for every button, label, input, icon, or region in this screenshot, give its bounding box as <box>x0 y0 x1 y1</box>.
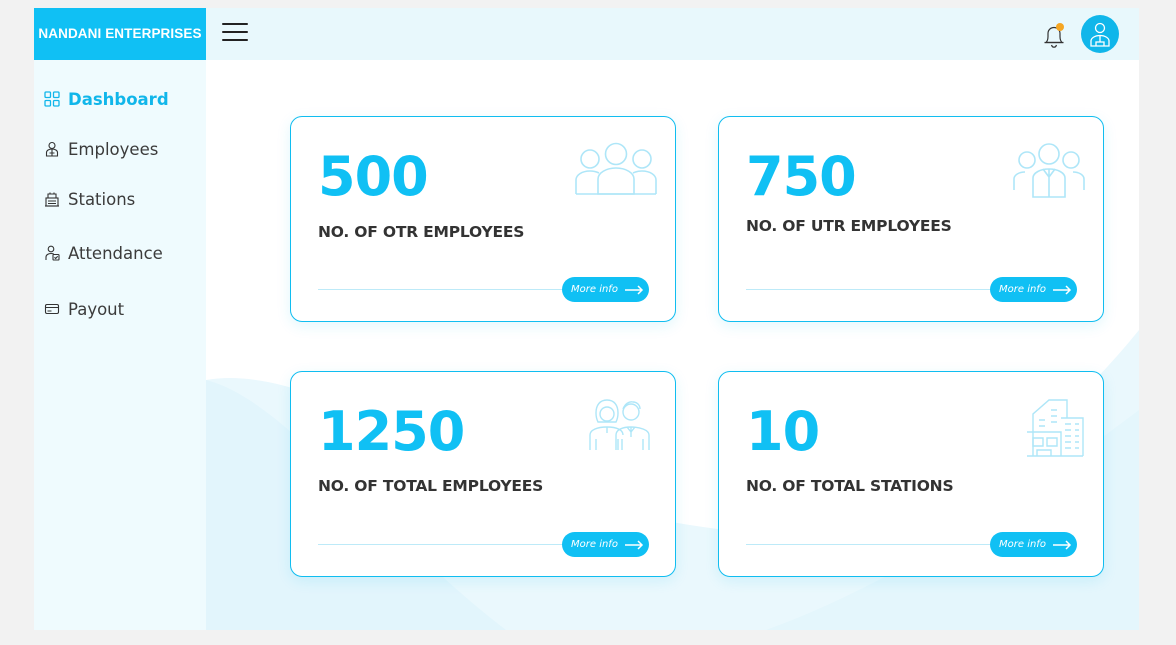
arrow-right-icon <box>1052 539 1072 550</box>
more-info-button[interactable]: More info <box>562 532 649 557</box>
more-info-label: More info <box>999 539 1046 550</box>
sidebar-item-employees[interactable]: Employees <box>44 137 158 161</box>
stat-value: 1250 <box>318 400 465 463</box>
arrow-right-icon <box>1052 284 1072 295</box>
hamburger-menu-icon[interactable] <box>222 21 250 45</box>
notification-badge <box>1056 23 1064 31</box>
sidebar-item-dashboard[interactable]: Dashboard <box>44 87 169 111</box>
payout-card-icon <box>44 301 60 317</box>
sidebar-item-label: Attendance <box>68 243 163 263</box>
divider <box>318 289 568 290</box>
sidebar-item-label: Employees <box>68 139 159 159</box>
sidebar-item-label: Stations <box>68 189 136 209</box>
stat-value: 10 <box>746 400 820 463</box>
stat-card-utr-employees: 750 NO. OF UTR EMPLOYEES More info <box>718 116 1104 322</box>
top-bar <box>206 8 1139 60</box>
divider <box>318 544 568 545</box>
stat-card-total-employees: 1250 NO. OF TOTAL EMPLOYEES More info <box>290 371 676 577</box>
stat-label: NO. OF TOTAL STATIONS <box>746 477 954 495</box>
stat-value: 750 <box>746 145 857 208</box>
stat-card-otr-employees: 500 NO. OF OTR EMPLOYEES More info <box>290 116 676 322</box>
sidebar-item-label: Dashboard <box>68 89 169 109</box>
more-info-label: More info <box>571 284 618 295</box>
stat-value: 500 <box>318 145 429 208</box>
two-people-icon <box>588 397 650 456</box>
sidebar: Dashboard Employees Stations Attendance … <box>34 60 206 630</box>
user-avatar-icon[interactable] <box>1081 15 1119 53</box>
more-info-label: More info <box>571 539 618 550</box>
dashboard-grid-icon <box>44 91 60 107</box>
station-icon <box>44 191 60 207</box>
building-icon <box>1025 398 1085 463</box>
more-info-button[interactable]: More info <box>562 277 649 302</box>
group-people-icon <box>574 142 658 201</box>
sidebar-item-attendance[interactable]: Attendance <box>44 241 163 265</box>
arrow-right-icon <box>624 539 644 550</box>
brand-logo[interactable]: NANDANI ENTERPRISES <box>34 8 206 60</box>
stat-card-total-stations: 10 NO. OF TOTAL STATIONS More info <box>718 371 1104 577</box>
stat-label: NO. OF OTR EMPLOYEES <box>318 223 525 241</box>
more-info-label: More info <box>999 284 1046 295</box>
stat-label: NO. OF TOTAL EMPLOYEES <box>318 477 544 495</box>
sidebar-item-payout[interactable]: Payout <box>44 297 124 321</box>
app-window: NANDANI ENTERPRISES Dashboard Employees <box>34 8 1139 630</box>
stat-label: NO. OF UTR EMPLOYEES <box>746 217 952 235</box>
group-people-icon <box>1013 142 1085 203</box>
sidebar-item-stations[interactable]: Stations <box>44 187 135 211</box>
arrow-right-icon <box>624 284 644 295</box>
dashboard-main: 500 NO. OF OTR EMPLOYEES More info 750 N… <box>206 60 1139 630</box>
employee-icon <box>44 141 60 157</box>
divider <box>746 544 996 545</box>
attendance-icon <box>44 245 60 261</box>
sidebar-item-label: Payout <box>68 299 125 319</box>
more-info-button[interactable]: More info <box>990 277 1077 302</box>
divider <box>746 289 996 290</box>
bell-icon[interactable] <box>1041 21 1065 49</box>
more-info-button[interactable]: More info <box>990 532 1077 557</box>
